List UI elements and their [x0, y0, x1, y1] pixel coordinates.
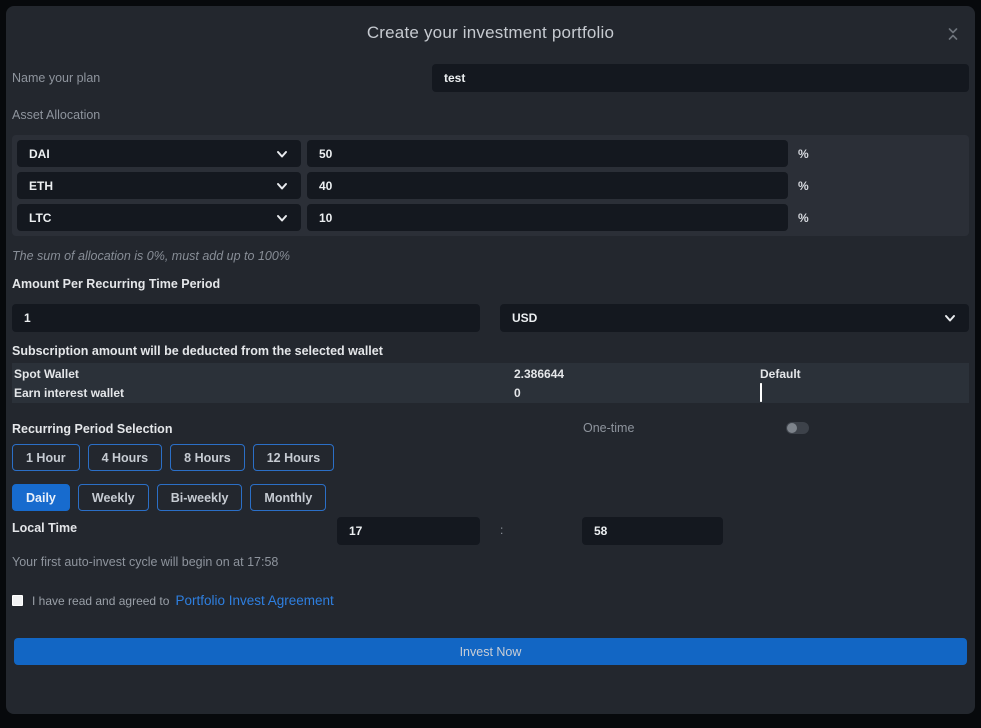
page-title: Create your investment portfolio [12, 18, 969, 48]
percent-sign: % [798, 211, 809, 225]
currency-value: USD [512, 311, 537, 325]
wallet-balance: 0 [514, 386, 760, 400]
asset-select-value: DAI [29, 147, 50, 161]
period-button-monthly[interactable]: Monthly [250, 484, 326, 511]
asset-select-dai[interactable]: DAI [17, 140, 301, 167]
time-separator: : [500, 523, 503, 537]
local-time-row: Local Time 17 : 58 [12, 517, 969, 545]
recurring-period-row: Recurring Period Selection One-time [12, 420, 969, 436]
period-button-8-hours[interactable]: 8 Hours [170, 444, 245, 471]
default-wallet-checkbox[interactable] [760, 383, 762, 402]
plan-name-input[interactable]: test [432, 64, 969, 92]
name-plan-label: Name your plan [12, 71, 100, 85]
local-time-label: Local Time [12, 521, 77, 535]
allocation-sum-note: The sum of allocation is 0%, must add up… [12, 249, 969, 263]
one-time-label: One-time [583, 421, 634, 435]
asset-select-value: LTC [29, 211, 51, 225]
toggle-knob-icon [787, 423, 797, 433]
portfolio-invest-agreement-link[interactable]: Portfolio Invest Agreement [175, 593, 333, 608]
plan-name-value: test [444, 71, 465, 85]
agreement-row: I have read and agreed to Portfolio Inve… [12, 593, 969, 608]
day-options-row: Daily Weekly Bi-weekly Monthly [12, 484, 969, 511]
allocation-row: LTC 10 % [17, 204, 964, 231]
invest-now-button[interactable]: Invest Now [14, 638, 967, 665]
wallet-name: Spot Wallet [14, 367, 514, 381]
minute-value: 58 [594, 524, 607, 538]
one-time-toggle[interactable] [786, 422, 809, 434]
wallet-section-label: Subscription amount will be deducted fro… [12, 344, 969, 358]
allocation-row: DAI 50 % [17, 140, 964, 167]
wallet-balance: 2.386644 [514, 367, 760, 381]
asset-select-value: ETH [29, 179, 53, 193]
wallet-name: Earn interest wallet [14, 386, 514, 400]
amount-row: 1 USD [12, 304, 969, 332]
asset-select-eth[interactable]: ETH [17, 172, 301, 199]
allocation-percent-value: 50 [319, 147, 332, 161]
period-button-biweekly[interactable]: Bi-weekly [157, 484, 243, 511]
recurring-period-label: Recurring Period Selection [12, 422, 172, 436]
allocation-percent-value: 40 [319, 179, 332, 193]
cycle-start-hint: Your first auto-invest cycle will begin … [12, 555, 969, 569]
create-portfolio-modal: Create your investment portfolio Name yo… [6, 6, 975, 714]
amount-value: 1 [24, 311, 31, 325]
allocation-percent-input[interactable]: 10 [307, 204, 788, 231]
minute-input[interactable]: 58 [582, 517, 723, 545]
currency-select[interactable]: USD [500, 304, 969, 332]
allocation-percent-value: 10 [319, 211, 332, 225]
allocation-row: ETH 40 % [17, 172, 964, 199]
period-button-4-hours[interactable]: 4 Hours [88, 444, 163, 471]
name-plan-row: Name your plan test [12, 64, 969, 92]
hour-input[interactable]: 17 [337, 517, 480, 545]
allocation-percent-input[interactable]: 50 [307, 140, 788, 167]
period-button-weekly[interactable]: Weekly [78, 484, 149, 511]
agreement-text: I have read and agreed to [32, 594, 169, 608]
asset-allocation-panel: DAI 50 % ETH 40 % LTC 10 [12, 135, 969, 236]
percent-sign: % [798, 179, 809, 193]
asset-allocation-label: Asset Allocation [12, 108, 969, 122]
table-row: Earn interest wallet 0 [12, 383, 969, 402]
period-button-1-hour[interactable]: 1 Hour [12, 444, 80, 471]
modal-titlebar: Create your investment portfolio [12, 18, 969, 48]
chevron-down-icon [275, 147, 289, 161]
chevron-down-icon [275, 211, 289, 225]
percent-sign: % [798, 147, 809, 161]
agreement-checkbox[interactable] [12, 595, 23, 606]
wallet-table: Spot Wallet 2.386644 Default Earn intere… [12, 363, 969, 403]
amount-input[interactable]: 1 [12, 304, 480, 332]
chevron-down-icon [275, 179, 289, 193]
hour-value: 17 [349, 524, 362, 538]
allocation-percent-input[interactable]: 40 [307, 172, 788, 199]
amount-label: Amount Per Recurring Time Period [12, 277, 969, 291]
default-column-header: Default [760, 367, 967, 381]
period-button-daily[interactable]: Daily [12, 484, 70, 511]
collapse-icon[interactable] [945, 26, 961, 42]
hour-options-row: 1 Hour 4 Hours 8 Hours 12 Hours [12, 444, 969, 471]
chevron-down-icon [943, 311, 957, 325]
asset-select-ltc[interactable]: LTC [17, 204, 301, 231]
table-row: Spot Wallet 2.386644 Default [12, 364, 969, 383]
period-button-12-hours[interactable]: 12 Hours [253, 444, 335, 471]
